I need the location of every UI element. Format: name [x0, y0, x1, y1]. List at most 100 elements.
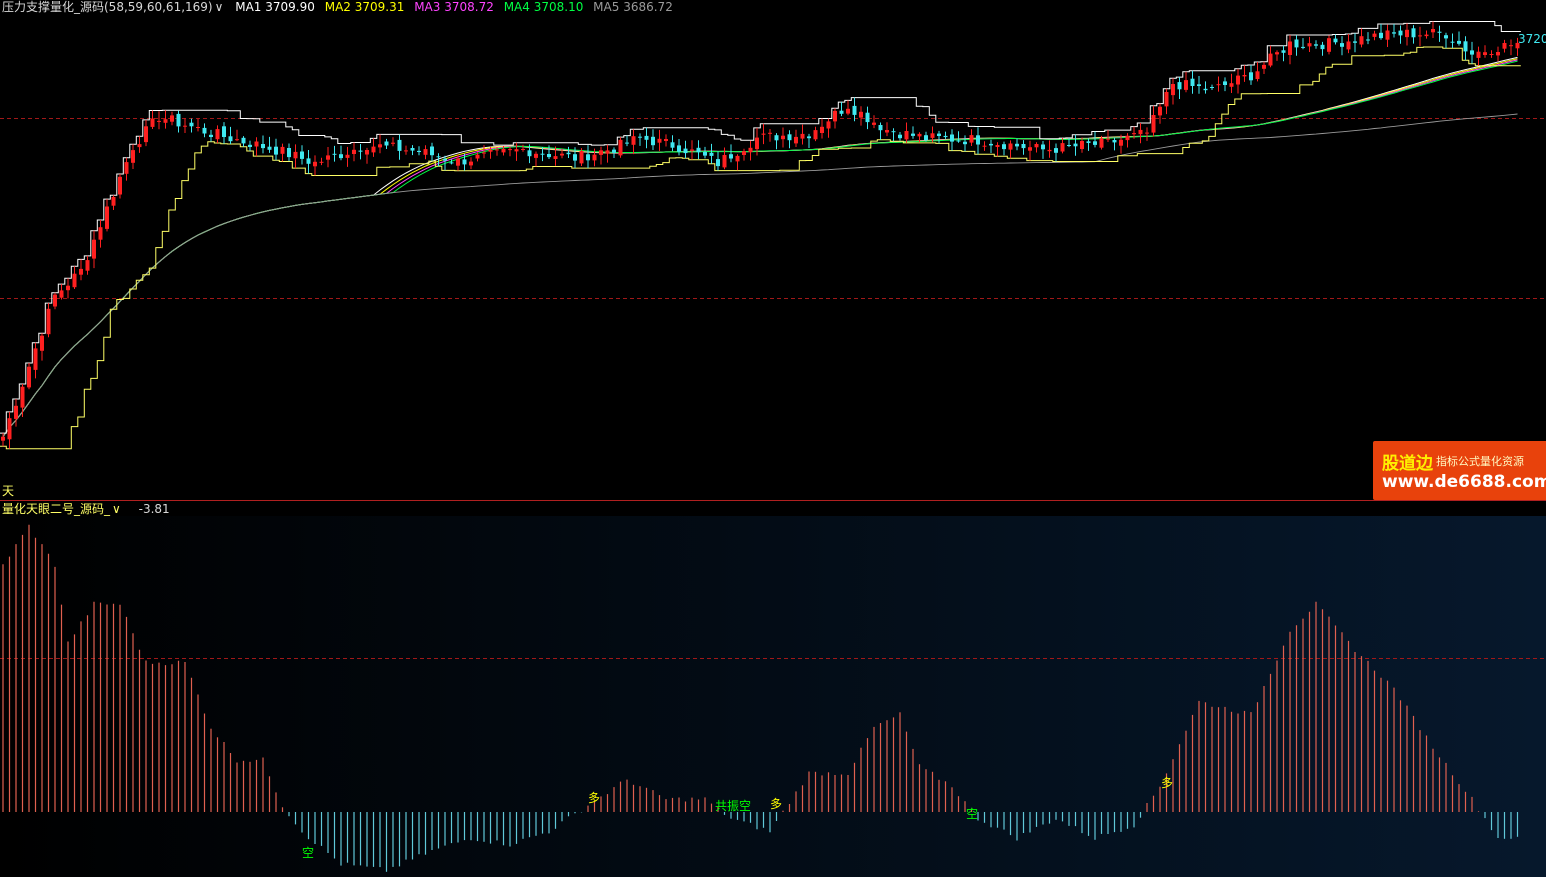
candle-down — [228, 136, 233, 142]
ma2-value: 3709.31 — [354, 0, 405, 14]
ma2-line — [2, 58, 1518, 437]
candle-up — [846, 108, 850, 114]
candle-up — [313, 161, 317, 167]
support-resistance-layer — [0, 21, 1521, 450]
upper-dropdown-icon[interactable]: ∨ — [215, 0, 224, 14]
upper-corner-label: 天 — [2, 484, 15, 498]
stock-chart[interactable]: 空多共振空 多空多 — [0, 0, 1546, 877]
candle-down — [989, 143, 993, 146]
signal-label: 多 — [1161, 776, 1173, 790]
candle-down — [625, 142, 629, 144]
candle-down — [332, 153, 337, 155]
candle-up — [631, 136, 636, 145]
candle-down — [417, 150, 421, 152]
candle-up — [215, 129, 220, 140]
candle-up — [495, 149, 499, 151]
candle-up — [1359, 36, 1364, 45]
candle-up — [521, 149, 525, 150]
candle-up — [352, 149, 356, 154]
candle-up — [326, 155, 330, 160]
candle-down — [267, 146, 272, 150]
candle-down — [339, 154, 343, 159]
candle-up — [1229, 83, 1234, 87]
candle-down — [1021, 144, 1026, 149]
candle-up — [690, 149, 694, 151]
candle-up — [859, 111, 863, 118]
candle-up — [40, 335, 44, 351]
ma3-line — [2, 59, 1518, 437]
candle-down — [651, 136, 655, 146]
candle-up — [1236, 75, 1240, 85]
candle-up — [618, 139, 623, 156]
ma5-label: MA5 — [593, 0, 620, 14]
candle-up — [917, 133, 922, 137]
candle-down — [1444, 35, 1448, 39]
candle-down — [1190, 78, 1195, 86]
signal-label: 多 — [770, 797, 782, 811]
candle-down — [1002, 144, 1006, 150]
candle-down — [1320, 44, 1325, 50]
ma4-label: MA4 — [503, 0, 530, 14]
candle-up — [105, 206, 109, 229]
candle-up — [657, 138, 662, 143]
candle-up — [826, 121, 831, 129]
candle-down — [449, 162, 454, 164]
candle-down — [1450, 41, 1455, 43]
candle-up — [872, 122, 876, 125]
candle-down — [202, 127, 207, 134]
candle-down — [1379, 32, 1383, 39]
candle-up — [599, 150, 603, 155]
upper-legend: 压力支撑量化_源码(58,59,60,61,169) ∨ MA1 3709.90 … — [2, 0, 673, 14]
candle-up — [1307, 43, 1312, 47]
candle-down — [950, 134, 954, 142]
candle-down — [527, 150, 532, 157]
candle-up — [33, 348, 38, 370]
lower-panel-background — [0, 516, 1546, 877]
candle-down — [807, 136, 811, 139]
candle-up — [456, 158, 460, 166]
candle-down — [898, 134, 902, 139]
candle-up — [1327, 38, 1331, 52]
candle-up — [1255, 71, 1260, 79]
candle-up — [1125, 135, 1130, 141]
candle-up — [794, 136, 798, 144]
candle-down — [839, 110, 844, 114]
candle-up — [1405, 29, 1409, 38]
candle-down — [1392, 32, 1396, 34]
watermark-brand: 股道边 — [1382, 454, 1433, 474]
candle-up — [345, 154, 350, 158]
candle-up — [319, 161, 324, 163]
candle-up — [1476, 51, 1481, 58]
signal-label: 共振空 — [715, 799, 751, 813]
signal-label: 空 — [966, 807, 978, 821]
candle-down — [891, 131, 896, 133]
candle-down — [1398, 30, 1403, 36]
candle-down — [222, 126, 226, 137]
candle-down — [1197, 84, 1201, 86]
ma2-label: MA2 — [324, 0, 351, 14]
candle-down — [1073, 143, 1078, 147]
candle-up — [79, 268, 83, 275]
upper-indicator-title[interactable]: 压力支撑量化_源码(58,59,60,61,169) — [2, 0, 213, 14]
candle-down — [677, 145, 681, 152]
signal-label: 空 — [302, 846, 314, 860]
candle-down — [189, 122, 194, 127]
candle-down — [410, 148, 415, 151]
candle-up — [982, 145, 987, 147]
candle-down — [774, 135, 779, 141]
candle-up — [1034, 144, 1039, 148]
candle-up — [514, 149, 519, 152]
candle-up — [1106, 138, 1110, 140]
candle-up — [183, 125, 187, 127]
candle-up — [800, 133, 805, 139]
candle-down — [1112, 140, 1117, 143]
lower-dropdown-icon[interactable]: ∨ — [112, 502, 121, 516]
candle-down — [566, 152, 571, 155]
candle-down — [703, 151, 707, 156]
candle-up — [995, 145, 1000, 147]
candle-down — [696, 147, 701, 153]
candle-up — [92, 239, 96, 259]
candle-down — [287, 148, 291, 158]
lower-indicator-title[interactable]: 量化天眼二号_源码_ — [2, 502, 110, 516]
candle-up — [53, 294, 57, 307]
